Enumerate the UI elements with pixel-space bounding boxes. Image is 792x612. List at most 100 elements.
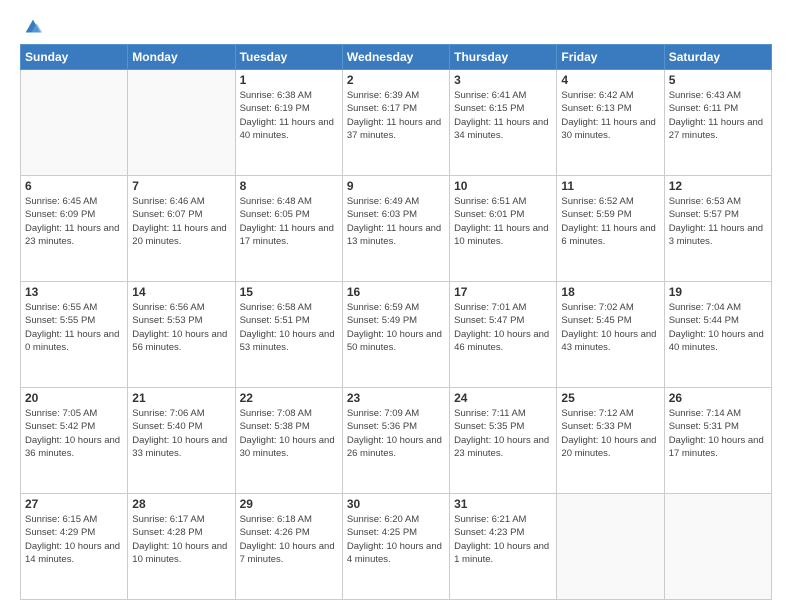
calendar-cell: [664, 494, 771, 600]
day-info: Sunrise: 6:48 AM Sunset: 6:05 PM Dayligh…: [240, 195, 338, 248]
calendar-cell: 19 Sunrise: 7:04 AM Sunset: 5:44 PM Dayli…: [664, 282, 771, 388]
day-number: 28: [132, 497, 230, 511]
calendar-cell: 28 Sunrise: 6:17 AM Sunset: 4:28 PM Dayli…: [128, 494, 235, 600]
calendar: SundayMondayTuesdayWednesdayThursdayFrid…: [20, 44, 772, 600]
calendar-cell: 4 Sunrise: 6:42 AM Sunset: 6:13 PM Daylig…: [557, 70, 664, 176]
day-info: Sunrise: 7:09 AM Sunset: 5:36 PM Dayligh…: [347, 407, 445, 460]
day-number: 5: [669, 73, 767, 87]
day-info: Sunrise: 6:17 AM Sunset: 4:28 PM Dayligh…: [132, 513, 230, 566]
header: [20, 16, 772, 34]
calendar-cell: 23 Sunrise: 7:09 AM Sunset: 5:36 PM Dayli…: [342, 388, 449, 494]
day-info: Sunrise: 7:08 AM Sunset: 5:38 PM Dayligh…: [240, 407, 338, 460]
day-info: Sunrise: 6:56 AM Sunset: 5:53 PM Dayligh…: [132, 301, 230, 354]
day-number: 21: [132, 391, 230, 405]
day-number: 23: [347, 391, 445, 405]
day-number: 14: [132, 285, 230, 299]
day-info: Sunrise: 6:52 AM Sunset: 5:59 PM Dayligh…: [561, 195, 659, 248]
calendar-cell: 17 Sunrise: 7:01 AM Sunset: 5:47 PM Dayli…: [450, 282, 557, 388]
day-number: 3: [454, 73, 552, 87]
calendar-cell: 10 Sunrise: 6:51 AM Sunset: 6:01 PM Dayli…: [450, 176, 557, 282]
day-info: Sunrise: 6:45 AM Sunset: 6:09 PM Dayligh…: [25, 195, 123, 248]
day-info: Sunrise: 6:20 AM Sunset: 4:25 PM Dayligh…: [347, 513, 445, 566]
weekday-header-sunday: Sunday: [21, 45, 128, 70]
weekday-header-wednesday: Wednesday: [342, 45, 449, 70]
day-info: Sunrise: 6:38 AM Sunset: 6:19 PM Dayligh…: [240, 89, 338, 142]
week-row-4: 20 Sunrise: 7:05 AM Sunset: 5:42 PM Dayli…: [21, 388, 772, 494]
day-number: 16: [347, 285, 445, 299]
day-number: 8: [240, 179, 338, 193]
calendar-cell: 30 Sunrise: 6:20 AM Sunset: 4:25 PM Dayli…: [342, 494, 449, 600]
day-info: Sunrise: 6:51 AM Sunset: 6:01 PM Dayligh…: [454, 195, 552, 248]
day-info: Sunrise: 7:02 AM Sunset: 5:45 PM Dayligh…: [561, 301, 659, 354]
day-number: 17: [454, 285, 552, 299]
weekday-header-saturday: Saturday: [664, 45, 771, 70]
calendar-cell: 8 Sunrise: 6:48 AM Sunset: 6:05 PM Daylig…: [235, 176, 342, 282]
day-info: Sunrise: 6:49 AM Sunset: 6:03 PM Dayligh…: [347, 195, 445, 248]
week-row-3: 13Sunrise: 6:55 AM Sunset: 5:55 PM Dayli…: [21, 282, 772, 388]
day-info: Sunrise: 6:59 AM Sunset: 5:49 PM Dayligh…: [347, 301, 445, 354]
day-info: Sunrise: 6:15 AM Sunset: 4:29 PM Dayligh…: [25, 513, 123, 566]
calendar-cell: 21 Sunrise: 7:06 AM Sunset: 5:40 PM Dayli…: [128, 388, 235, 494]
day-info: Sunrise: 7:04 AM Sunset: 5:44 PM Dayligh…: [669, 301, 767, 354]
day-number: 19: [669, 285, 767, 299]
calendar-cell: [128, 70, 235, 176]
day-number: 7: [132, 179, 230, 193]
logo-icon: [22, 16, 44, 38]
day-number: 30: [347, 497, 445, 511]
day-info: Sunrise: 7:12 AM Sunset: 5:33 PM Dayligh…: [561, 407, 659, 460]
calendar-cell: 2 Sunrise: 6:39 AM Sunset: 6:17 PM Daylig…: [342, 70, 449, 176]
day-info: Sunrise: 7:06 AM Sunset: 5:40 PM Dayligh…: [132, 407, 230, 460]
calendar-cell: [21, 70, 128, 176]
calendar-cell: 7 Sunrise: 6:46 AM Sunset: 6:07 PM Daylig…: [128, 176, 235, 282]
calendar-cell: [557, 494, 664, 600]
day-number: 2: [347, 73, 445, 87]
day-number: 20: [25, 391, 123, 405]
week-row-1: 1 Sunrise: 6:38 AM Sunset: 6:19 PM Daylig…: [21, 70, 772, 176]
day-number: 31: [454, 497, 552, 511]
calendar-cell: 1 Sunrise: 6:38 AM Sunset: 6:19 PM Daylig…: [235, 70, 342, 176]
day-info: Sunrise: 6:21 AM Sunset: 4:23 PM Dayligh…: [454, 513, 552, 566]
weekday-header-monday: Monday: [128, 45, 235, 70]
day-info: Sunrise: 6:58 AM Sunset: 5:51 PM Dayligh…: [240, 301, 338, 354]
weekday-header-row: SundayMondayTuesdayWednesdayThursdayFrid…: [21, 45, 772, 70]
page: SundayMondayTuesdayWednesdayThursdayFrid…: [0, 0, 792, 612]
calendar-cell: 27 Sunrise: 6:15 AM Sunset: 4:29 PM Dayli…: [21, 494, 128, 600]
calendar-cell: 31 Sunrise: 6:21 AM Sunset: 4:23 PM Dayli…: [450, 494, 557, 600]
calendar-cell: 16 Sunrise: 6:59 AM Sunset: 5:49 PM Dayli…: [342, 282, 449, 388]
day-info: Sunrise: 6:39 AM Sunset: 6:17 PM Dayligh…: [347, 89, 445, 142]
week-row-5: 27 Sunrise: 6:15 AM Sunset: 4:29 PM Dayli…: [21, 494, 772, 600]
day-number: 27: [25, 497, 123, 511]
calendar-cell: 18 Sunrise: 7:02 AM Sunset: 5:45 PM Dayli…: [557, 282, 664, 388]
day-number: 22: [240, 391, 338, 405]
day-number: 25: [561, 391, 659, 405]
calendar-cell: 6 Sunrise: 6:45 AM Sunset: 6:09 PM Daylig…: [21, 176, 128, 282]
calendar-cell: 22 Sunrise: 7:08 AM Sunset: 5:38 PM Dayli…: [235, 388, 342, 494]
day-info: Sunrise: 6:42 AM Sunset: 6:13 PM Dayligh…: [561, 89, 659, 142]
logo: [20, 16, 44, 34]
weekday-header-thursday: Thursday: [450, 45, 557, 70]
calendar-cell: 13Sunrise: 6:55 AM Sunset: 5:55 PM Dayli…: [21, 282, 128, 388]
day-info: Sunrise: 6:18 AM Sunset: 4:26 PM Dayligh…: [240, 513, 338, 566]
calendar-cell: 9 Sunrise: 6:49 AM Sunset: 6:03 PM Daylig…: [342, 176, 449, 282]
day-number: 9: [347, 179, 445, 193]
day-number: 15: [240, 285, 338, 299]
day-number: 12: [669, 179, 767, 193]
weekday-header-friday: Friday: [557, 45, 664, 70]
weekday-header-tuesday: Tuesday: [235, 45, 342, 70]
day-info: Sunrise: 6:46 AM Sunset: 6:07 PM Dayligh…: [132, 195, 230, 248]
day-info: Sunrise: 7:14 AM Sunset: 5:31 PM Dayligh…: [669, 407, 767, 460]
day-number: 18: [561, 285, 659, 299]
day-number: 6: [25, 179, 123, 193]
day-info: Sunrise: 6:53 AM Sunset: 5:57 PM Dayligh…: [669, 195, 767, 248]
day-number: 1: [240, 73, 338, 87]
week-row-2: 6 Sunrise: 6:45 AM Sunset: 6:09 PM Daylig…: [21, 176, 772, 282]
day-info: Sunrise: 7:05 AM Sunset: 5:42 PM Dayligh…: [25, 407, 123, 460]
day-number: 11: [561, 179, 659, 193]
day-number: 24: [454, 391, 552, 405]
day-number: 4: [561, 73, 659, 87]
day-number: 10: [454, 179, 552, 193]
day-info: Sunrise: 7:01 AM Sunset: 5:47 PM Dayligh…: [454, 301, 552, 354]
day-info: Sunrise: 7:11 AM Sunset: 5:35 PM Dayligh…: [454, 407, 552, 460]
calendar-cell: 14 Sunrise: 6:56 AM Sunset: 5:53 PM Dayli…: [128, 282, 235, 388]
day-number: 13: [25, 285, 123, 299]
